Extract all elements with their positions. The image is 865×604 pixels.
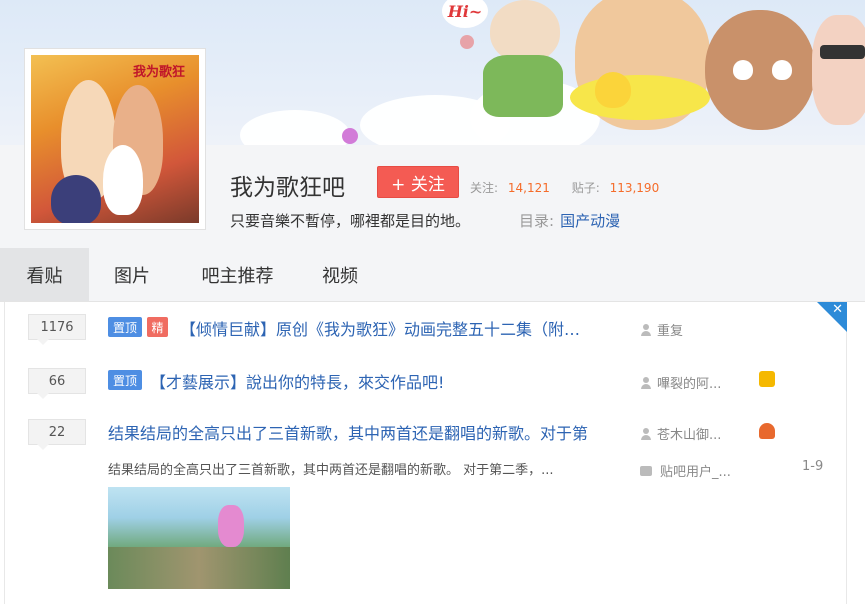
- tab-bar: 看贴 图片 吧主推荐 视频: [0, 248, 865, 302]
- swim-ring: [570, 75, 710, 120]
- hi-bubble: Hi~: [442, 0, 488, 28]
- forum-stats: 关注: 14,121 贴子: 113,190: [470, 179, 659, 196]
- thread-author[interactable]: 苍木山御...: [640, 424, 721, 443]
- tab-videos[interactable]: 视频: [310, 248, 370, 301]
- tab-featured[interactable]: 吧主推荐: [190, 248, 285, 301]
- thread-title[interactable]: 【才藝展示】說出你的特長，來交作品吧!: [150, 369, 444, 393]
- cartoon-character-head: [490, 0, 560, 62]
- forum-slogan: 只要音樂不暫停，哪裡都是目的地。: [230, 212, 471, 230]
- last-replier-name: 贴吧用户_...: [660, 465, 731, 480]
- posts-count: 113,190: [609, 181, 660, 195]
- tab-posts[interactable]: 看贴: [0, 248, 89, 301]
- girl-character: [812, 15, 865, 125]
- sunglasses: [820, 45, 865, 59]
- cloud: [240, 110, 350, 145]
- featured-tag: 精: [147, 317, 168, 337]
- page-range: 1-9: [802, 459, 824, 474]
- thread-abstract: 结果结局的全高只出了三首新歌，其中两首还是翻唱的新歌。 对于第二季，...: [108, 463, 554, 478]
- thread-author[interactable]: 嗶裂的阿...: [640, 373, 721, 392]
- thread-author[interactable]: 重复: [640, 320, 683, 339]
- reply-count: 22: [28, 419, 86, 450]
- bear-eye: [772, 60, 792, 80]
- anime-figure: [51, 175, 101, 223]
- last-replier[interactable]: 贴吧用户_...: [640, 461, 731, 480]
- bear-eye: [733, 60, 753, 80]
- thumbnail-figure: [218, 505, 244, 547]
- balloon: [342, 128, 358, 144]
- forum-cover-image[interactable]: 我为歌狂: [24, 48, 206, 230]
- thread-thumbnail[interactable]: [108, 487, 290, 589]
- rubber-duck: [595, 72, 631, 108]
- reply-count: 1176: [28, 314, 86, 345]
- followers-count: 14,121: [507, 181, 550, 195]
- user-icon: [640, 323, 652, 336]
- user-icon: [640, 427, 652, 440]
- anime-figure: [103, 145, 143, 215]
- author-name: 重复: [657, 324, 684, 339]
- tab-images[interactable]: 图片: [97, 248, 167, 301]
- cover-artwork: 我为歌狂: [31, 55, 199, 223]
- catalog-label: 目录:: [519, 212, 555, 230]
- thread-title[interactable]: 结果结局的全高只出了三首新歌，其中两首还是翻唱的新歌。对于第: [108, 420, 588, 444]
- thread-list: ✕ 1176 置顶 精 【倾情巨献】原创《我为歌狂》动画完整五十二集（附… 重复…: [4, 302, 847, 604]
- user-icon: [640, 376, 652, 389]
- message-icon: [640, 465, 652, 476]
- forum-name: 我为歌狂吧: [230, 175, 345, 201]
- cartoon-character-body: [483, 55, 563, 117]
- flower: [460, 35, 474, 49]
- catalog-link[interactable]: 国产动漫: [560, 212, 620, 230]
- thumbnail-ground: [108, 547, 290, 589]
- pinned-tag: 置顶: [108, 370, 142, 390]
- thread-title[interactable]: 【倾情巨献】原创《我为歌狂》动画完整五十二集（附…: [180, 316, 580, 340]
- close-icon[interactable]: ✕: [832, 302, 843, 317]
- level-badge-icon: [759, 423, 775, 439]
- author-name: 苍木山御...: [657, 428, 722, 443]
- followers-label: 关注:: [470, 181, 499, 195]
- follow-button[interactable]: + 关注: [377, 166, 459, 198]
- author-name: 嗶裂的阿...: [657, 377, 722, 392]
- posts-label: 贴子:: [571, 181, 600, 195]
- member-badge-icon: [759, 371, 775, 387]
- forum-catalog: 目录: 国产动漫: [519, 210, 620, 231]
- bear-character: [705, 10, 815, 130]
- cover-title: 我为歌狂: [132, 65, 185, 80]
- right-panel-edge: [848, 302, 865, 604]
- reply-count: 66: [28, 368, 86, 399]
- pinned-tag: 置顶: [108, 317, 142, 337]
